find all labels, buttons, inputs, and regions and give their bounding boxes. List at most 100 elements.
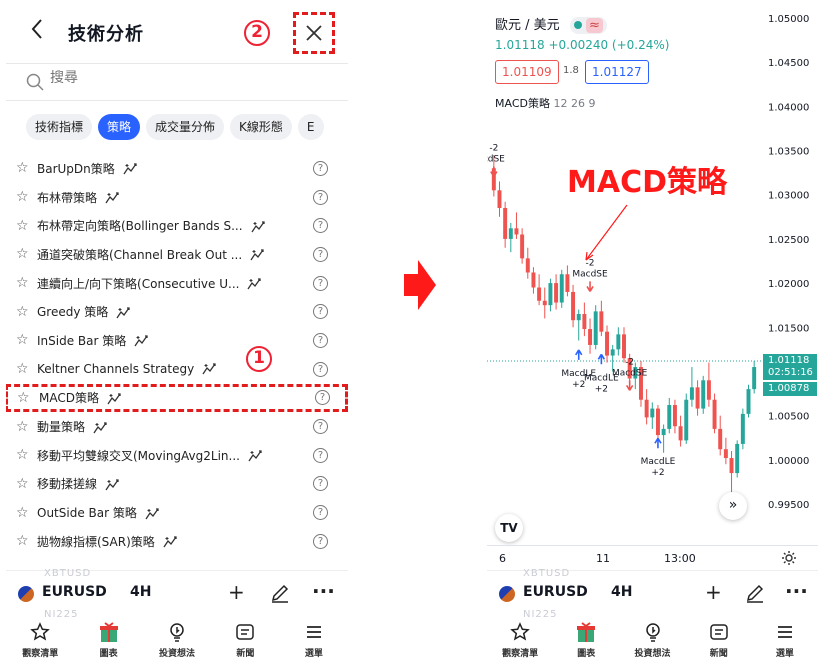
- strategy-item[interactable]: ☆ 通道突破策略(Channel Break Out ...?: [6, 240, 348, 269]
- favorite-star-icon[interactable]: ☆: [16, 447, 29, 463]
- strategy-name: OutSide Bar 策略: [37, 506, 137, 521]
- strategy-item[interactable]: ☆ OutSide Bar 策略?: [6, 498, 348, 527]
- strategy-item[interactable]: ☆ Greedy 策略?: [6, 297, 348, 326]
- tab-volume-profile[interactable]: 成交量分佈: [146, 114, 225, 140]
- candle-body: [610, 349, 615, 356]
- search-input[interactable]: [50, 70, 300, 86]
- nav-item[interactable]: 圖表: [553, 617, 619, 663]
- strategy-item[interactable]: ☆ InSide Bar 策略?: [6, 326, 348, 355]
- price-chart[interactable]: 1.05000 1.04500 1.04000 1.03500 1.03000 1.025…: [487, 0, 818, 545]
- strategy-item[interactable]: ☆ 連續向上/向下策略(Consecutive U...?: [6, 269, 348, 298]
- signal-sublabel: +2: [651, 468, 664, 478]
- back-button[interactable]: [30, 18, 44, 45]
- plus-icon[interactable]: +: [228, 580, 245, 604]
- help-icon[interactable]: ?: [313, 533, 328, 549]
- strategy-item[interactable]: ☆ 移動揉搓線?: [6, 470, 348, 499]
- strategy-item[interactable]: ☆ 動量策略?: [6, 412, 348, 441]
- symbol-name[interactable]: EURUSD: [523, 584, 588, 600]
- tab-more[interactable]: E: [297, 114, 324, 140]
- scroll-right-button[interactable]: »: [719, 492, 747, 520]
- strategy-name: BarUpDn策略: [37, 161, 115, 176]
- strategy-icon: [247, 278, 262, 290]
- symbol-name[interactable]: EURUSD: [42, 584, 107, 600]
- favorite-star-icon[interactable]: ☆: [16, 304, 29, 320]
- help-icon[interactable]: ?: [313, 189, 328, 205]
- favorite-star-icon[interactable]: ☆: [16, 533, 29, 549]
- news-icon: [236, 624, 255, 640]
- strategy-label: 拋物線指標(SAR)策略: [37, 533, 179, 550]
- nav-item[interactable]: 選單: [280, 617, 348, 663]
- y-tick: 1.01500: [768, 323, 809, 334]
- favorite-star-icon[interactable]: ☆: [16, 218, 29, 234]
- lightbulb-icon: [170, 623, 184, 642]
- pen-icon[interactable]: [270, 583, 290, 603]
- settings-icon[interactable]: [781, 550, 797, 566]
- candle-body: [605, 331, 610, 356]
- help-icon[interactable]: ?: [313, 246, 328, 262]
- candle-body: [729, 458, 734, 474]
- candle-body: [497, 190, 502, 208]
- nav-item[interactable]: 圖表: [74, 617, 142, 663]
- candle-body: [599, 311, 604, 332]
- timeframe[interactable]: 4H: [611, 584, 632, 600]
- help-icon[interactable]: ?: [315, 390, 330, 406]
- eurusd-flag-icon: [499, 586, 515, 602]
- help-icon[interactable]: ?: [313, 332, 328, 348]
- more-icon[interactable]: ···: [785, 579, 808, 603]
- plus-icon[interactable]: +: [705, 580, 722, 604]
- favorite-star-icon[interactable]: ☆: [16, 476, 29, 492]
- tab-strip: 技術指標 策略 成交量分佈 K線形態 E: [26, 114, 324, 140]
- strategy-item[interactable]: ☆ 布林帶策略?: [6, 183, 348, 212]
- nav-item[interactable]: 新聞: [211, 617, 279, 663]
- strategy-name: 布林帶策略: [37, 190, 98, 205]
- nav-item[interactable]: 觀察清單: [6, 617, 74, 663]
- favorite-star-icon[interactable]: ☆: [16, 332, 29, 348]
- strategy-item[interactable]: ☆ BarUpDn策略?: [6, 154, 348, 183]
- strategy-name: 連續向上/向下策略(Consecutive U...: [37, 276, 240, 291]
- tab-candle-patterns[interactable]: K線形態: [230, 114, 292, 140]
- favorite-star-icon[interactable]: ☆: [16, 505, 29, 521]
- nav-item[interactable]: 觀察清單: [487, 617, 553, 663]
- strategy-label: 連續向上/向下策略(Consecutive U...: [37, 275, 263, 292]
- favorite-star-icon[interactable]: ☆: [16, 275, 29, 291]
- nav-item[interactable]: 投資想法: [143, 617, 211, 663]
- help-icon[interactable]: ?: [313, 160, 328, 176]
- help-icon[interactable]: ?: [313, 218, 328, 234]
- help-icon[interactable]: ?: [313, 275, 328, 291]
- chevron-left-icon: [31, 19, 42, 39]
- menu-icon: [777, 626, 792, 638]
- signal-sublabel: +2: [595, 384, 608, 394]
- strategy-name: Keltner Channels Strategy: [37, 361, 195, 376]
- candle-body: [520, 234, 525, 259]
- favorite-star-icon[interactable]: ☆: [16, 246, 29, 262]
- pen-icon[interactable]: [745, 583, 765, 603]
- nav-item[interactable]: 新聞: [686, 617, 752, 663]
- strategy-item[interactable]: ☆ 拋物線指標(SAR)策略?: [6, 527, 348, 556]
- timeframe[interactable]: 4H: [130, 584, 151, 600]
- nav-item[interactable]: 投資想法: [619, 617, 685, 663]
- strategy-icon: [105, 192, 119, 204]
- help-icon[interactable]: ?: [313, 476, 328, 492]
- strategy-item[interactable]: ☆ Keltner Channels Strategy?: [6, 355, 348, 384]
- candle-body: [667, 405, 672, 429]
- strategy-item[interactable]: ☆ 布林帶定向策略(Bollinger Bands S...?: [6, 211, 348, 240]
- help-icon[interactable]: ?: [313, 361, 328, 377]
- favorite-star-icon[interactable]: ☆: [16, 419, 29, 435]
- favorite-star-icon[interactable]: ☆: [16, 189, 29, 205]
- favorite-star-icon[interactable]: ☆: [16, 160, 29, 176]
- help-icon[interactable]: ?: [313, 447, 328, 463]
- favorite-star-icon[interactable]: ☆: [17, 390, 30, 406]
- strategy-item[interactable]: ☆ 移動平均雙線交叉(MovingAvg2Lin...?: [6, 441, 348, 470]
- strategy-item[interactable]: ☆ MACD策略?: [6, 383, 348, 413]
- more-icon[interactable]: ···: [312, 579, 335, 603]
- nav-item[interactable]: 選單: [752, 617, 818, 663]
- favorite-star-icon[interactable]: ☆: [16, 361, 29, 377]
- help-icon[interactable]: ?: [313, 505, 328, 521]
- tab-strategies[interactable]: 策略: [98, 114, 141, 140]
- nav-label: 選單: [775, 649, 794, 659]
- help-icon[interactable]: ?: [313, 419, 328, 435]
- tab-indicators[interactable]: 技術指標: [26, 114, 93, 140]
- close-button[interactable]: [293, 12, 335, 54]
- short-arrow-icon: [490, 166, 498, 177]
- help-icon[interactable]: ?: [313, 304, 328, 320]
